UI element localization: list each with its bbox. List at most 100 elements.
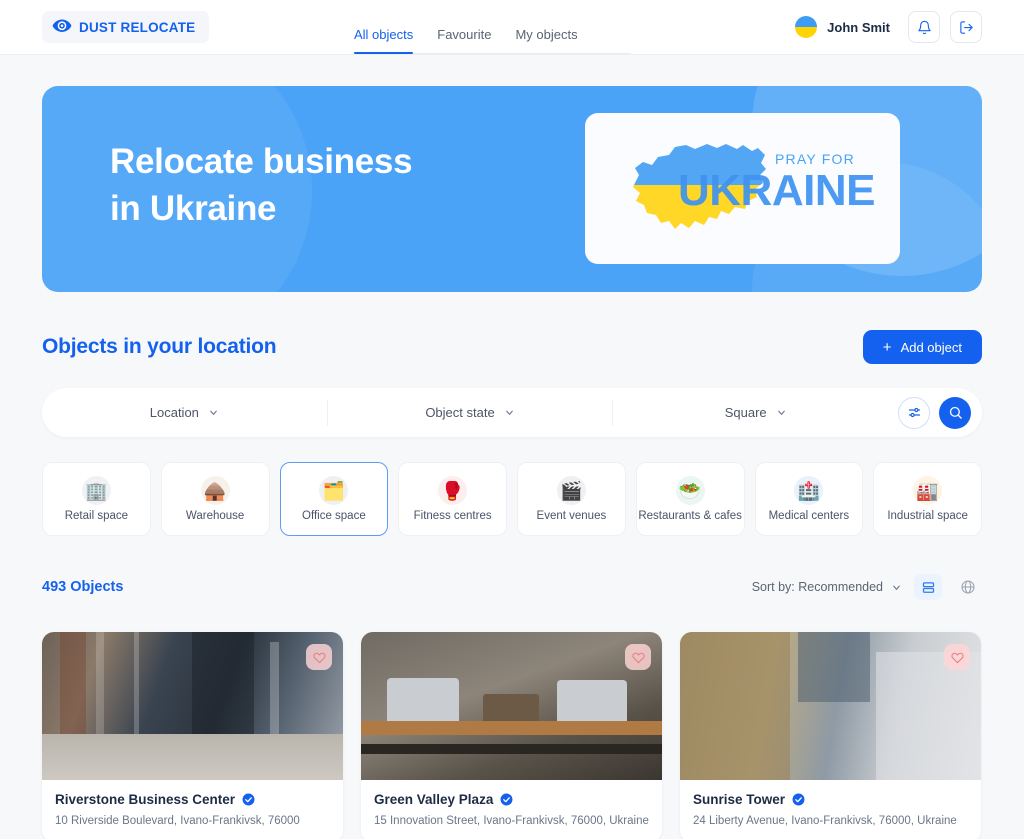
favourite-button[interactable] (944, 644, 970, 670)
chevron-down-icon (210, 410, 217, 415)
category-label: Fitness centres (413, 510, 492, 522)
tab-my-objects-label: My objects (515, 27, 578, 42)
ukraine-text: UKRAINE (678, 166, 875, 215)
medical-centers-icon: 🏥 (794, 476, 824, 505)
filter-location[interactable]: Location (42, 399, 328, 426)
category-office-space[interactable]: 🗂️ Office space (279, 462, 389, 536)
card-image (42, 632, 343, 780)
fitness-centres-icon: 🥊 (438, 476, 468, 505)
card-title: Green Valley Plaza (374, 792, 494, 807)
category-fitness-centres[interactable]: 🥊 Fitness centres (398, 462, 507, 536)
office-space-icon: 🗂️ (319, 476, 349, 505)
category-event-venues[interactable]: 🎬 Event venues (517, 462, 626, 536)
card-title-row: Green Valley Plaza (374, 792, 649, 807)
hero-title-line1: Relocate business (110, 142, 413, 181)
verified-badge-icon (500, 793, 513, 806)
hero-title-line2: in Ukraine (110, 189, 277, 229)
filter-bar: Location Object state Square (42, 388, 982, 437)
results-bar: 493 Objects Sort by: Recommended (42, 572, 982, 602)
eye-locator-icon (52, 19, 72, 32)
user-name: John Smit (827, 19, 890, 35)
main-nav: All objects Favourite My objects (354, 27, 590, 54)
page-root: DUST RELOCATE All objects Favourite My o… (0, 0, 1024, 839)
logo[interactable]: DUST RELOCATE (42, 11, 210, 43)
tab-favourite-label: Favourite (437, 27, 492, 42)
sort-dropdown[interactable]: Sort by: Recommended (752, 580, 902, 594)
category-label: Office space (302, 510, 366, 522)
heart-icon (312, 652, 326, 663)
tab-my-objects[interactable]: My objects (503, 27, 589, 54)
heart-icon (950, 652, 964, 663)
category-filter-list: 🏢 Retail space 🛖 Warehouse 🗂️ Office spa… (42, 462, 982, 536)
tab-all-objects-label: All objects (354, 27, 414, 42)
card-title-row: Riverstone Business Center (55, 792, 330, 807)
restaurants-cafes-icon: 🥗 (675, 476, 705, 505)
object-card[interactable]: Sunrise Tower 24 Liberty Avenue, Ivano-F… (680, 632, 981, 839)
search-icon (949, 406, 962, 419)
card-title: Sunrise Tower (693, 792, 786, 807)
object-card[interactable]: Riverstone Business Center 10 Riverside … (42, 632, 343, 839)
add-object-button[interactable]: + Add object (862, 330, 982, 364)
logout-button[interactable] (950, 11, 982, 43)
favourite-button[interactable] (306, 644, 332, 670)
tab-favourite[interactable]: Favourite (425, 27, 503, 54)
card-title: Riverstone Business Center (55, 792, 236, 807)
filter-actions (898, 396, 982, 429)
card-body: Green Valley Plaza 15 Innovation Street,… (361, 780, 662, 827)
object-card[interactable]: Green Valley Plaza 15 Innovation Street,… (361, 632, 662, 839)
category-label: Warehouse (185, 510, 245, 522)
retail-space-icon: 🏢 (81, 476, 111, 505)
filter-square[interactable]: Square (613, 400, 898, 426)
event-venues-icon: 🎬 (556, 476, 586, 505)
chevron-down-icon (777, 410, 785, 415)
search-button[interactable] (939, 396, 972, 429)
card-address: 15 Innovation Street, Ivano-Frankivsk, 7… (374, 815, 649, 827)
card-image (361, 632, 662, 780)
favourite-button[interactable] (625, 644, 651, 670)
results-count: 493 Objects (42, 579, 124, 595)
category-retail-space[interactable]: 🏢 Retail space (42, 462, 151, 536)
category-industrial-space[interactable]: 🏭 Industrial space (873, 462, 982, 536)
results-controls: Sort by: Recommended (752, 574, 982, 600)
view-toggle-list[interactable] (914, 574, 942, 600)
verified-badge-icon (242, 793, 255, 806)
pray-for-text: PRAY FOR (775, 151, 855, 167)
category-medical-centers[interactable]: 🏥 Medical centers (754, 462, 864, 536)
tab-all-objects[interactable]: All objects (354, 27, 425, 54)
plus-icon: + (882, 338, 892, 356)
card-body: Riverstone Business Center 10 Riverside … (42, 780, 343, 827)
bell-icon (917, 20, 931, 34)
category-label: Retail space (64, 510, 129, 522)
retail-space-emoji: 🏢 (85, 480, 108, 501)
verified-badge-icon (792, 793, 805, 806)
app-header: DUST RELOCATE All objects Favourite My o… (0, 0, 1024, 55)
category-restaurants-cafes[interactable]: 🥗 Restaurants & cafes (635, 462, 745, 536)
heart-icon (631, 652, 645, 663)
pray-for-ukraine-card: PRAY FOR UKRAINE (585, 113, 900, 264)
header-actions: John Smit (795, 11, 982, 43)
medical-centers-emoji: 🏥 (797, 480, 821, 501)
restaurants-cafes-emoji: 🥗 (678, 480, 702, 501)
category-label: Medical centers (768, 510, 850, 522)
card-body: Sunrise Tower 24 Liberty Avenue, Ivano-F… (680, 780, 981, 827)
filter-location-label: Location (149, 405, 199, 420)
chevron-down-icon (893, 585, 900, 590)
hero-banner: Relocate business in Ukraine PRAY FOR UK… (42, 86, 982, 292)
object-card-list: Riverstone Business Center 10 Riverside … (42, 632, 982, 839)
category-warehouse[interactable]: 🛖 Warehouse (160, 462, 270, 536)
card-title-row: Sunrise Tower (693, 792, 968, 807)
logo-text: DUST RELOCATE (79, 19, 196, 35)
filter-object-state[interactable]: Object state (328, 399, 614, 426)
notifications-button[interactable] (908, 11, 940, 43)
avatar[interactable] (795, 16, 818, 38)
page-title: Objects in your location (42, 335, 277, 358)
view-toggle-map[interactable] (954, 574, 982, 600)
fitness-centres-emoji: 🥊 (441, 480, 464, 501)
card-image (680, 632, 981, 780)
filter-sliders-icon (908, 407, 920, 418)
hero-title: Relocate business in Ukraine (110, 138, 413, 233)
category-label: Event venues (536, 510, 607, 522)
advanced-filter-button[interactable] (898, 396, 931, 429)
warehouse-emoji: 🛖 (203, 480, 227, 501)
industrial-space-emoji: 🏭 (916, 480, 939, 501)
